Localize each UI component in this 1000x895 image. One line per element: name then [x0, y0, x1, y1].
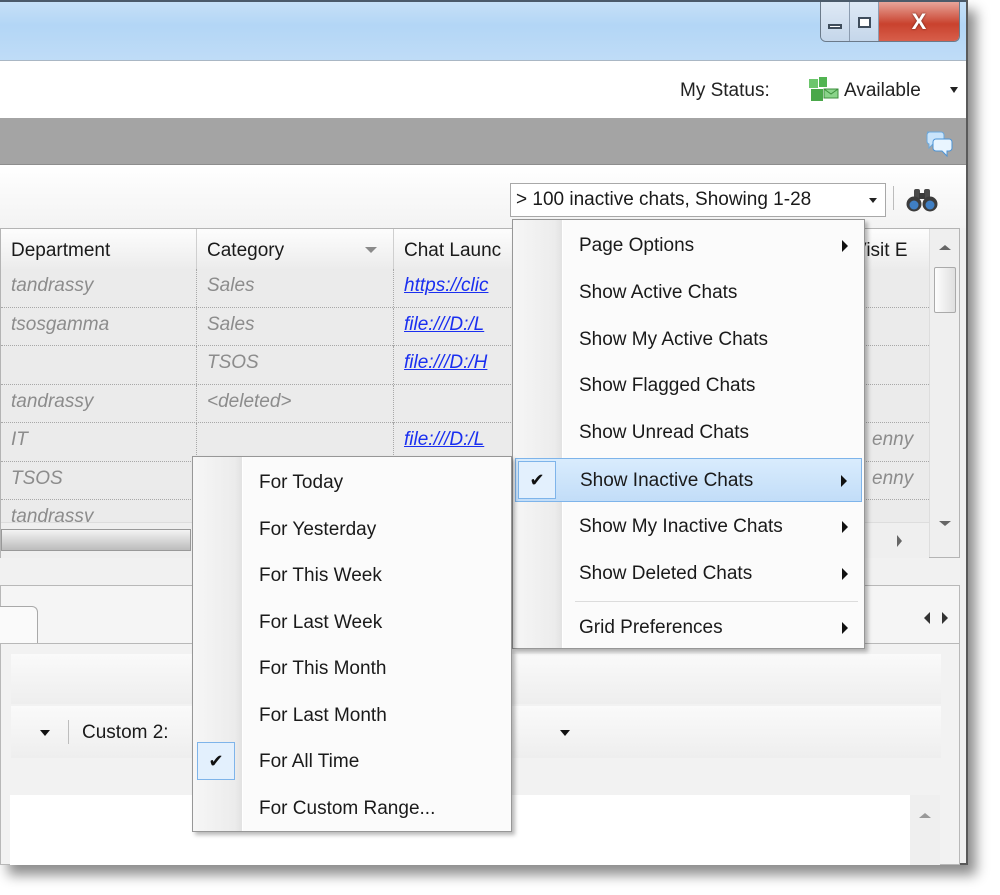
status-dropdown[interactable]: Available [844, 80, 921, 102]
cell-category: <deleted> [197, 384, 394, 423]
menu-item-for-this-month[interactable]: For This Month [195, 647, 509, 691]
submenu-arrow-icon [842, 240, 848, 252]
grid-vertical-scrollbar[interactable] [929, 229, 959, 557]
chat-bubbles-icon[interactable] [924, 128, 954, 158]
cell-category: Sales [197, 269, 394, 307]
maximize-icon [857, 16, 871, 28]
menu-item-page-options[interactable]: Page Options [515, 224, 862, 268]
close-icon: X [911, 9, 927, 34]
status-dropdown-caret-icon[interactable] [950, 87, 958, 93]
cell-department: tsosgamma [1, 307, 197, 346]
cell-department [1, 346, 197, 384]
close-button[interactable]: X [879, 2, 959, 41]
tab-scroll-left-icon[interactable] [924, 612, 930, 624]
column-filter-icon[interactable] [365, 247, 377, 253]
menu-item-label: For All Time [259, 751, 360, 772]
custom-1-dropdown-caret-icon[interactable] [40, 730, 50, 736]
menu-item-show-active-chats[interactable]: Show Active Chats [515, 271, 862, 315]
menu-item-label: For Last Week [259, 611, 383, 633]
menu-item-for-custom-range[interactable]: For Custom Range... [195, 787, 509, 831]
cell-category: TSOS [197, 346, 394, 384]
menu-item-label: For Yesterday [259, 518, 377, 540]
menu-item-for-yesterday[interactable]: For Yesterday [195, 508, 509, 552]
menu-item-label: For Today [259, 472, 344, 493]
maximize-button[interactable] [850, 2, 879, 41]
available-status-icon[interactable] [807, 77, 841, 103]
chat-filter-value: > 100 inactive chats, Showing 1-28 [516, 189, 812, 210]
menu-item-label: Show Deleted Chats [579, 562, 753, 584]
menu-item-for-today[interactable]: For Today [195, 461, 509, 505]
menu-item-label: For Last Month [259, 704, 387, 726]
minimize-button[interactable] [821, 2, 850, 41]
cell-department: TSOS [1, 461, 197, 500]
menu-item-grid-preferences[interactable]: Grid Preferences [515, 606, 862, 650]
column-header-department[interactable]: Department [1, 229, 197, 269]
cell-category: Sales [197, 307, 394, 346]
menu-item-label: Show Active Chats [579, 281, 738, 303]
view-options-menu: Page Options Show Active Chats Show My Act… [512, 219, 865, 649]
scroll-down-icon[interactable] [939, 521, 951, 526]
horizontal-scroll-thumb[interactable] [1, 529, 191, 551]
checkmark-icon: ✔ [518, 461, 556, 499]
window-controls: X [820, 2, 960, 42]
menu-item-show-my-inactive-chats[interactable]: Show My Inactive Chats [515, 505, 862, 549]
binoculars-icon[interactable] [905, 187, 939, 213]
menu-item-label: For Custom Range... [259, 797, 436, 819]
submenu-arrow-icon [841, 475, 847, 487]
menu-item-show-unread-chats[interactable]: Show Unread Chats [515, 411, 862, 455]
transcript-scrollbar[interactable] [910, 795, 940, 865]
menu-item-label: Show My Active Chats [579, 328, 769, 350]
menu-item-label: Show My Inactive Chats [579, 515, 783, 537]
scroll-up-icon[interactable] [919, 813, 931, 818]
submenu-arrow-icon [842, 622, 848, 635]
menu-item-for-last-week[interactable]: For Last Week [195, 601, 509, 645]
menu-item-label: Show Flagged Chats [579, 375, 756, 397]
cell-department: tandrassy [1, 269, 197, 307]
submenu-arrow-icon [842, 520, 848, 533]
scroll-thumb[interactable] [934, 267, 956, 313]
my-status-label: My Status: [680, 80, 770, 101]
menu-item-show-inactive-chats[interactable]: ✔ Show Inactive Chats [515, 458, 862, 502]
chat-panel-header [0, 118, 966, 165]
checkmark-icon: ✔ [197, 742, 235, 780]
menu-separator [575, 601, 858, 603]
menu-item-for-last-month[interactable]: For Last Month [195, 694, 509, 738]
menu-item-show-my-active-chats[interactable]: Show My Active Chats [515, 318, 862, 362]
cell-department: tandrassy [1, 384, 197, 423]
menu-item-for-this-week[interactable]: For This Week [195, 554, 509, 598]
inactive-chats-time-submenu: For Today For Yesterday For This Week For L… [192, 456, 512, 832]
tab-scroll-right-icon[interactable] [942, 612, 948, 624]
scroll-up-icon[interactable] [939, 245, 951, 250]
cell-department: IT [1, 423, 197, 461]
tab-contact[interactable]: ct [0, 606, 38, 644]
menu-item-label: Show Inactive Chats [580, 470, 754, 491]
chat-filter-dropdown[interactable]: > 100 inactive chats, Showing 1-28 [510, 183, 886, 217]
custom-field-separator [68, 720, 69, 744]
submenu-arrow-icon [842, 567, 848, 580]
menu-item-show-flagged-chats[interactable]: Show Flagged Chats [515, 364, 862, 408]
column-header-category[interactable]: Category [197, 229, 394, 269]
minimize-icon [828, 23, 842, 29]
scroll-right-icon[interactable] [897, 535, 902, 547]
custom-2-label: Custom 2: [82, 722, 169, 743]
toolbar-separator [893, 186, 894, 210]
menu-item-for-all-time[interactable]: ✔ For All Time [195, 740, 509, 784]
chevron-down-icon [869, 198, 877, 203]
menu-item-label: Page Options [579, 235, 695, 256]
status-bar: My Status: Available [0, 60, 966, 118]
menu-item-label: Grid Preferences [579, 617, 723, 639]
menu-item-show-deleted-chats[interactable]: Show Deleted Chats [515, 552, 862, 596]
menu-item-label: Show Unread Chats [579, 422, 750, 444]
menu-item-label: For This Month [259, 658, 387, 679]
custom-2-dropdown-caret-icon[interactable] [560, 730, 570, 736]
menu-item-label: For This Week [259, 565, 382, 586]
title-bar[interactable]: X [0, 0, 966, 60]
